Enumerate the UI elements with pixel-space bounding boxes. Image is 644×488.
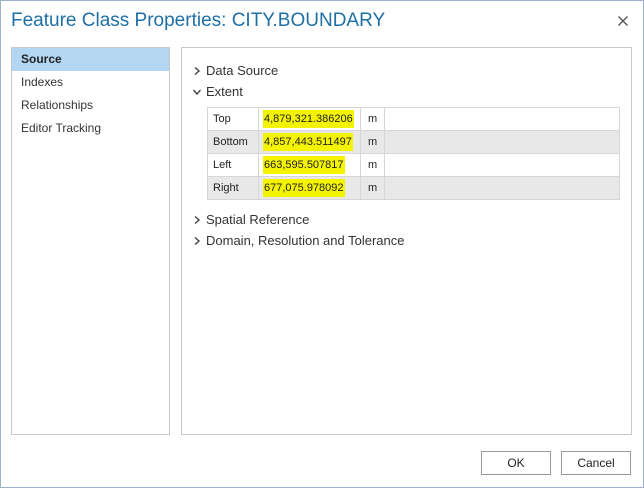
extent-value: 4,857,443.511497 [263, 133, 353, 151]
section-data-source[interactable]: Data Source [192, 61, 278, 81]
extent-label: Bottom [207, 130, 259, 154]
table-row: Top 4,879,321.386206 m [207, 107, 620, 131]
extent-value-cell: 4,857,443.511497 [258, 130, 361, 154]
feature-class-properties-dialog: Feature Class Properties: CITY.BOUNDARY … [0, 0, 644, 488]
section-domain-resolution-tolerance[interactable]: Domain, Resolution and Tolerance [192, 231, 405, 251]
section-label: Domain, Resolution and Tolerance [206, 233, 405, 248]
properties-panel: Data Source Extent Top 4,879,321.386206 … [181, 47, 632, 435]
title-bar: Feature Class Properties: CITY.BOUNDARY [1, 1, 643, 43]
extent-label: Right [207, 176, 259, 200]
extent-value: 663,595.507817 [263, 156, 345, 174]
sidebar-item-relationships[interactable]: Relationships [12, 94, 169, 117]
sidebar-item-source[interactable]: Source [12, 48, 169, 71]
empty-cell [384, 130, 620, 154]
extent-unit: m [360, 176, 385, 200]
section-label: Data Source [206, 63, 279, 78]
sidebar-item-editor-tracking[interactable]: Editor Tracking [12, 117, 169, 140]
extent-value: 677,075.978092 [263, 179, 345, 197]
section-label: Spatial Reference [206, 212, 310, 227]
extent-value: 4,879,321.386206 [263, 110, 354, 128]
empty-cell [384, 176, 620, 200]
sidebar-nav: Source Indexes Relationships Editor Trac… [11, 47, 170, 435]
table-row: Left 663,595.507817 m [207, 153, 620, 177]
extent-unit: m [360, 107, 385, 131]
extent-label: Left [207, 153, 259, 177]
extent-unit: m [360, 130, 385, 154]
extent-table: Top 4,879,321.386206 m Bottom 4,857,443.… [207, 107, 620, 200]
chevron-down-icon [192, 82, 204, 102]
close-button[interactable] [613, 11, 633, 31]
section-spatial-reference[interactable]: Spatial Reference [192, 210, 309, 230]
sidebar-item-indexes[interactable]: Indexes [12, 71, 169, 94]
extent-unit: m [360, 153, 385, 177]
extent-value-cell: 4,879,321.386206 [258, 107, 361, 131]
chevron-right-icon [192, 210, 204, 230]
close-icon [618, 16, 628, 26]
chevron-right-icon [192, 231, 204, 251]
extent-label: Top [207, 107, 259, 131]
ok-button[interactable]: OK [481, 451, 551, 475]
section-extent[interactable]: Extent [192, 82, 243, 102]
empty-cell [384, 153, 620, 177]
empty-cell [384, 107, 620, 131]
extent-value-cell: 677,075.978092 [258, 176, 361, 200]
section-label: Extent [206, 84, 243, 99]
cancel-button[interactable]: Cancel [561, 451, 631, 475]
table-row: Right 677,075.978092 m [207, 176, 620, 200]
dialog-title: Feature Class Properties: CITY.BOUNDARY [11, 10, 386, 31]
chevron-right-icon [192, 61, 204, 81]
table-row: Bottom 4,857,443.511497 m [207, 130, 620, 154]
extent-value-cell: 663,595.507817 [258, 153, 361, 177]
